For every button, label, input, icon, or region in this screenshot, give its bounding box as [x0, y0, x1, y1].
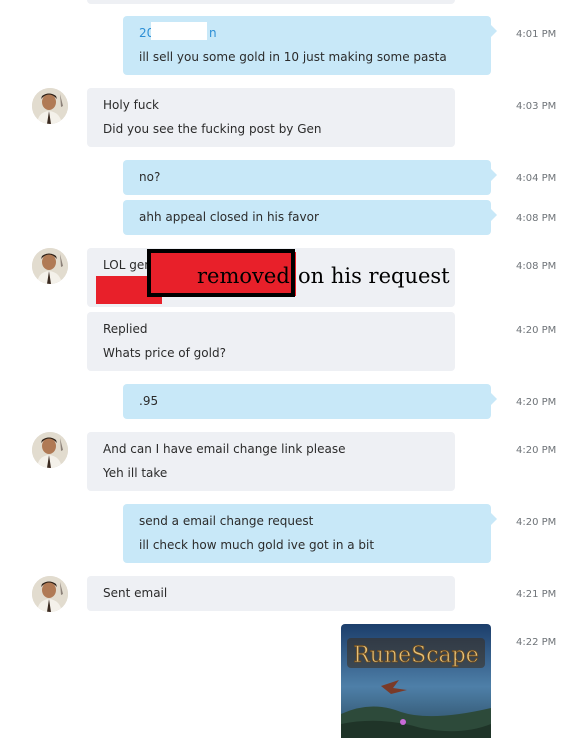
message-bubble-outgoing: ahh appeal closed in his favor	[123, 200, 497, 235]
sender-name-end: n	[209, 26, 217, 40]
image-attachment[interactable]: RuneScape	[341, 624, 491, 738]
person-avatar-icon[interactable]	[32, 88, 68, 124]
message-bubble-incoming: And can I have email change link please …	[87, 432, 455, 491]
message-text: Sent email	[103, 586, 168, 600]
message-timestamp: 4:20 PM	[516, 445, 557, 456]
message-bubble-incoming: Replied Whats price of gold?	[87, 312, 455, 371]
overlay-annotation-text: on his request	[298, 264, 450, 288]
message-text: Replied	[103, 322, 148, 336]
message-timestamp: 4:04 PM	[516, 173, 557, 184]
message-text: Yeh ill take	[103, 466, 168, 480]
message-bubble-outgoing: .95	[123, 384, 497, 419]
message-timestamp: 4:22 PM	[516, 637, 557, 648]
message-timestamp: 4:08 PM	[516, 213, 557, 224]
message-text: ahh appeal closed in his favor	[139, 210, 319, 224]
message-bubble-outgoing: no?	[123, 160, 497, 195]
partial-message-bubble	[87, 0, 455, 4]
message-text: LOL gen	[103, 258, 152, 272]
message-timestamp: 4:20 PM	[516, 325, 557, 336]
person-avatar-icon[interactable]	[32, 576, 68, 612]
message-timestamp: 4:08 PM	[516, 261, 557, 272]
message-timestamp: 4:21 PM	[516, 589, 557, 600]
message-timestamp: 4:03 PM	[516, 101, 557, 112]
message-text: .95	[139, 394, 159, 408]
message-text: no?	[139, 170, 161, 184]
person-avatar-icon[interactable]	[32, 432, 68, 468]
message-text: Whats price of gold?	[103, 346, 226, 360]
runescape-logo: RuneScape	[353, 643, 479, 668]
message-bubble-outgoing: 20 n ill sell you some gold in 10 just m…	[123, 16, 497, 75]
message-bubble-incoming: Sent email	[87, 576, 455, 611]
message-text: Did you see the fucking post by Gen	[103, 122, 322, 136]
person-avatar-icon[interactable]	[32, 248, 68, 284]
overlay-annotation-word: removed	[197, 264, 290, 288]
message-timestamp: 4:20 PM	[516, 397, 557, 408]
message-text: ill sell you some gold in 10 just making…	[139, 50, 447, 64]
message-timestamp: 4:20 PM	[516, 517, 557, 528]
message-timestamp: 4:01 PM	[516, 29, 557, 40]
redaction-white-block	[151, 22, 207, 40]
message-bubble-outgoing: send a email change request ill check ho…	[123, 504, 497, 563]
message-bubble-incoming: Holy fuck Did you see the fucking post b…	[87, 88, 455, 147]
message-text: send a email change request	[139, 514, 314, 528]
message-text: Holy fuck	[103, 98, 159, 112]
message-text: ill check how much gold ive got in a bit	[139, 538, 375, 552]
message-text: And can I have email change link please	[103, 442, 346, 456]
